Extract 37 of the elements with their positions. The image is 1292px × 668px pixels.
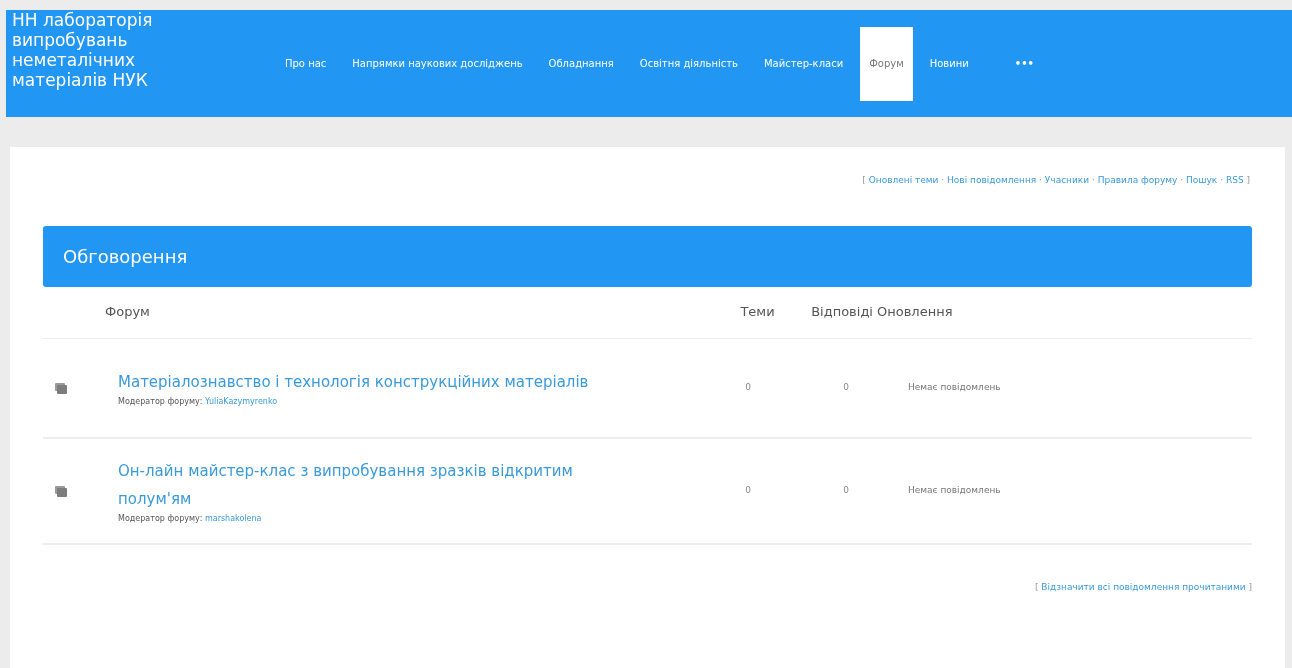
last-update: Немає повідомлень — [908, 483, 1001, 497]
column-header: Оновлення — [877, 303, 953, 322]
last-update: Немає повідомлень — [908, 380, 1001, 394]
moderator-link[interactable]: marshakolena — [204, 513, 262, 523]
column-header: Форум — [105, 303, 151, 322]
nav-tab[interactable]: Освітня діяльність — [630, 26, 747, 101]
reply-count: 0 — [842, 483, 850, 497]
forum-icon — [54, 380, 68, 395]
moderator-link[interactable]: YuliaKazymyrenko — [204, 396, 278, 406]
site-title[interactable]: НН лабораторія випробувань неметалічних матеріалів НУК — [6, 10, 206, 90]
nav-tab[interactable]: Майстер-класи — [754, 26, 853, 101]
forum-link[interactable]: Пошук — [1186, 175, 1218, 185]
forum-link[interactable]: Оновлені теми — [868, 175, 939, 185]
column-header: Теми — [739, 303, 776, 322]
topic-count: 0 — [744, 483, 752, 497]
moderator-line: Модератор форуму: YuliaKazymyrenko — [118, 395, 279, 408]
moderator-line: Модератор форуму: marshakolena — [118, 512, 263, 525]
more-menu[interactable]: ••• — [1005, 26, 1043, 101]
nav-tab[interactable]: Новини — [920, 26, 978, 101]
forum-link[interactable]: Учасники — [1044, 175, 1090, 185]
forum-title[interactable]: Он-лайн майстер-клас з випробування зразків відкритим полум'ям — [118, 456, 598, 513]
forum-icon — [54, 483, 68, 498]
reply-count: 0 — [842, 380, 850, 394]
forum-link[interactable]: Нові повідомлення — [947, 175, 1037, 185]
forum-link[interactable]: RSS — [1225, 175, 1244, 185]
mark-read-link[interactable]: Відзначити всі повідомлення прочитаними — [1041, 581, 1246, 592]
forum-title[interactable]: Матеріалознавство і технологія конструкційних матеріалів — [118, 367, 598, 396]
forum-link[interactable]: Правила форуму — [1097, 175, 1178, 185]
nav-tab[interactable]: Обладнання — [539, 26, 623, 101]
column-header: Відповіді — [810, 303, 873, 322]
nav-tab[interactable]: Форум — [860, 26, 913, 101]
nav-tab[interactable]: Напрямки наукових досліджень — [343, 26, 532, 101]
forum-links: [ Оновлені теми · Нові повідомлення · Учасники · Правила форуму · Пошук · RSS ] — [861, 174, 1251, 187]
category-title: Обговорення — [63, 244, 188, 269]
mark-read-line: [ Відзначити всі повідомлення прочитаними ] — [1033, 580, 1252, 594]
nav-tab[interactable]: Про нас — [276, 26, 336, 101]
topic-count: 0 — [744, 380, 752, 394]
